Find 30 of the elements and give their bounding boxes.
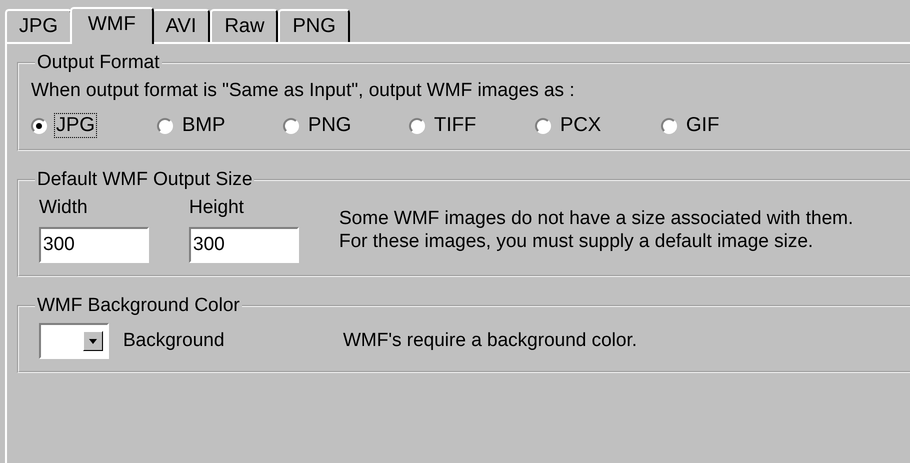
color-label: Background xyxy=(123,330,226,352)
tab[interactable]: JPG xyxy=(5,9,72,42)
radio-button[interactable] xyxy=(409,118,425,134)
radio-button[interactable] xyxy=(535,118,551,134)
field-label: Height xyxy=(189,197,245,219)
input-field[interactable]: 300 xyxy=(189,227,299,263)
radio-button[interactable] xyxy=(283,118,299,134)
radio-button[interactable] xyxy=(157,118,173,134)
radio-button[interactable] xyxy=(661,118,677,134)
tab[interactable]: Raw xyxy=(210,9,278,42)
caret-icon xyxy=(89,338,97,344)
color-picker[interactable] xyxy=(39,323,109,359)
radio-label[interactable]: PCX xyxy=(559,114,602,137)
group-title: Default WMF Output Size xyxy=(36,169,254,191)
input-field[interactable]: 300 xyxy=(39,227,149,263)
field-label: Width xyxy=(39,197,89,219)
tab[interactable]: AVI xyxy=(152,9,210,42)
radio-label[interactable]: BMP xyxy=(181,114,226,137)
note-text: WMF's require a background color. xyxy=(343,330,638,352)
radio-label[interactable]: TIFF xyxy=(433,114,478,137)
note-text: Some WMF images do not have a size associated with them. For these images, you must supply a default image size. xyxy=(339,207,854,253)
prompt-text: When output format is "Same as Input", output WMF images as : xyxy=(31,80,576,102)
radio-label[interactable]: GIF xyxy=(685,114,720,137)
radio-label[interactable]: PNG xyxy=(307,114,352,137)
group-title: Output Format xyxy=(36,52,160,74)
tab[interactable]: PNG xyxy=(278,9,350,42)
tab[interactable]: WMF xyxy=(70,7,154,44)
group-title: WMF Background Color xyxy=(36,295,241,317)
radio-label[interactable]: JPG xyxy=(55,114,96,137)
radio-button[interactable] xyxy=(31,118,47,134)
